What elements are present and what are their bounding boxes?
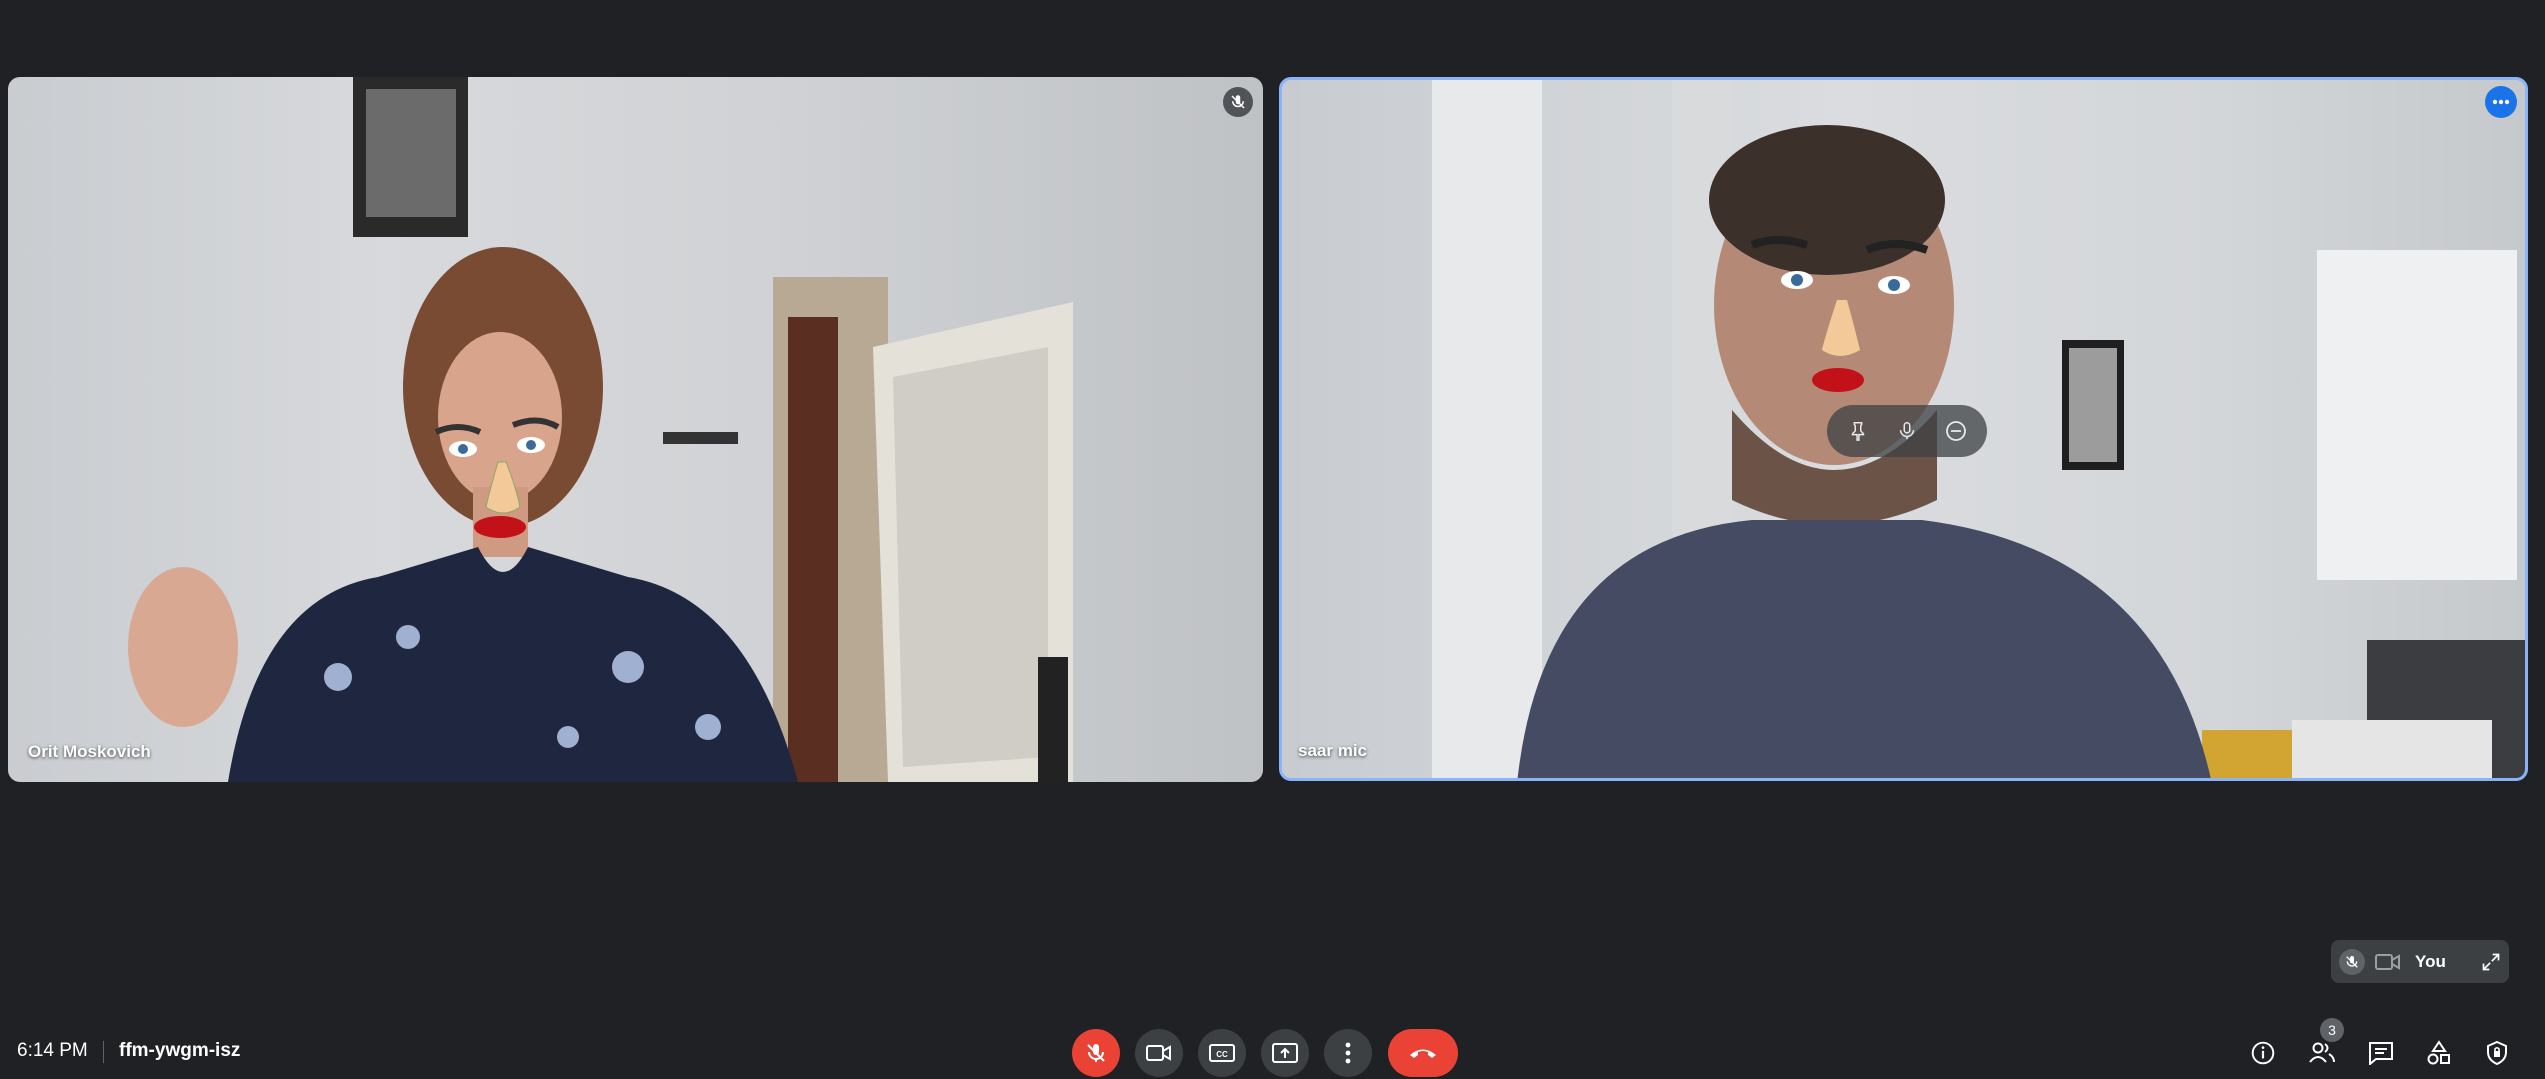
- remove-icon[interactable]: [1936, 411, 1976, 451]
- participant-tile-orit[interactable]: Orit Moskovich: [8, 77, 1263, 782]
- present-button[interactable]: [1261, 1029, 1309, 1077]
- self-preview[interactable]: You: [2331, 940, 2509, 983]
- info-icon: [2251, 1041, 2275, 1065]
- camera-icon: [1146, 1045, 1171, 1061]
- captions-icon: CC: [1209, 1044, 1235, 1062]
- activities-icon: [2427, 1040, 2450, 1065]
- meeting-time: 6:14 PM: [17, 1040, 88, 1061]
- mic-off-icon: [1223, 87, 1253, 117]
- camera-icon: [2375, 952, 2401, 972]
- people-icon: [2309, 1042, 2335, 1063]
- chat-icon: [2369, 1042, 2393, 1065]
- participant-name: saar mic: [1298, 741, 1367, 760]
- video-feed-orit: [128, 77, 1073, 782]
- pin-icon[interactable]: [1838, 411, 1878, 451]
- participant-tile-saar[interactable]: saar mic: [1279, 77, 2528, 781]
- svg-text:CC: CC: [1216, 1050, 1228, 1059]
- meeting-info-button[interactable]: [2243, 1033, 2283, 1073]
- host-controls-button[interactable]: [2477, 1033, 2517, 1073]
- divider: [103, 1041, 104, 1063]
- self-label: You: [2415, 951, 2446, 971]
- tile-hover-controls: [1827, 405, 1987, 457]
- captions-button[interactable]: CC: [1198, 1029, 1246, 1077]
- present-icon: [1272, 1043, 1298, 1063]
- microphone-toggle-button[interactable]: [1072, 1029, 1120, 1077]
- end-call-button[interactable]: [1388, 1029, 1458, 1077]
- chat-button[interactable]: [2361, 1033, 2401, 1073]
- people-count-badge: 3: [2320, 1018, 2344, 1042]
- more-options-icon[interactable]: [2485, 86, 2517, 118]
- more-options-button[interactable]: [1324, 1029, 1372, 1077]
- mic-icon[interactable]: [1887, 411, 1927, 451]
- participant-name: Orit Moskovich: [28, 742, 151, 761]
- host-controls-icon: [2487, 1040, 2507, 1066]
- mic-off-icon: [1087, 1044, 1105, 1062]
- end-call-icon: [1410, 1049, 1436, 1058]
- expand-icon[interactable]: [2481, 952, 2501, 972]
- more-vert-icon: [1345, 1042, 1351, 1064]
- activities-button[interactable]: [2419, 1033, 2459, 1073]
- meeting-code: ffm-ywgm-isz: [119, 1040, 241, 1061]
- mic-off-icon: [2339, 948, 2365, 975]
- camera-toggle-button[interactable]: [1135, 1029, 1183, 1077]
